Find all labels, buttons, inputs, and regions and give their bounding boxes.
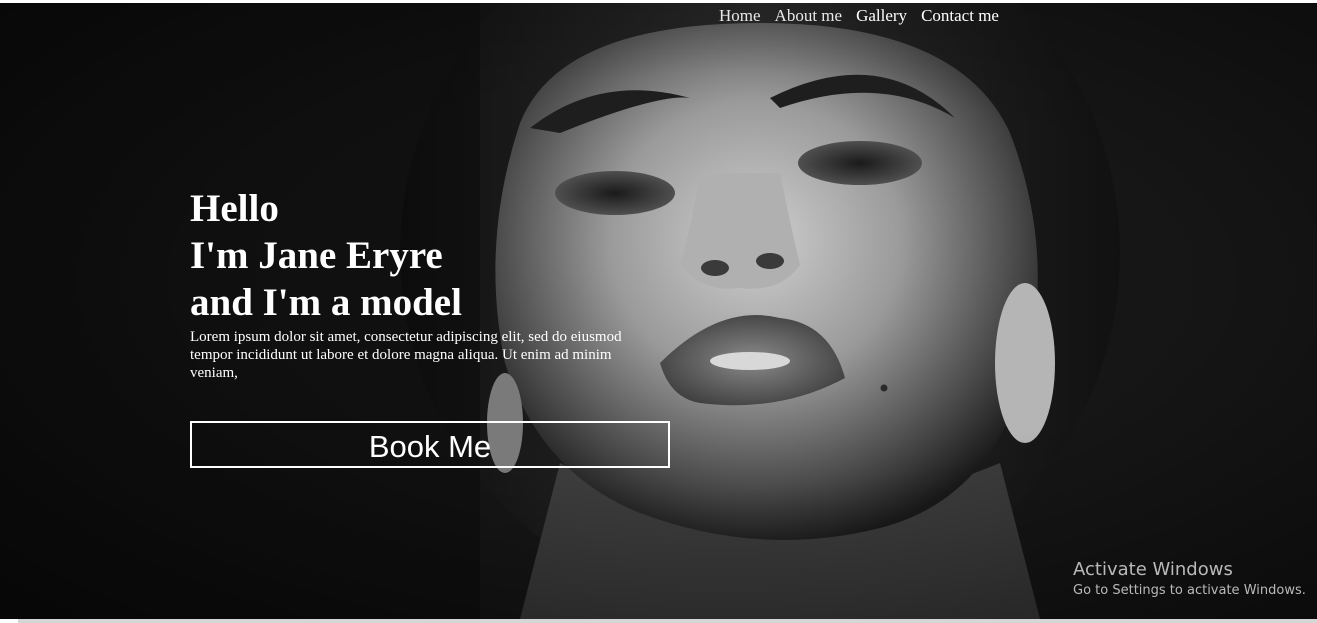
activate-windows-watermark: Activate Windows Go to Settings to activ…: [1073, 559, 1306, 601]
horizontal-scrollbar[interactable]: [18, 619, 1317, 623]
nav-link-contact-me[interactable]: Contact me: [921, 6, 999, 26]
nav-link-home[interactable]: Home: [719, 6, 761, 26]
watermark-subtitle: Go to Settings to activate Windows.: [1073, 583, 1306, 598]
headline-line-name: I'm Jane Eryre: [190, 234, 443, 277]
hero-description: Lorem ipsum dolor sit amet, consectetur …: [190, 329, 622, 381]
hero-headline: Hello I'm Jane Eryre and I'm a model: [190, 185, 670, 326]
top-nav: Home About me Gallery Contact me: [719, 6, 1013, 26]
nav-link-gallery[interactable]: Gallery: [856, 6, 907, 26]
headline-line-hello: Hello: [190, 187, 279, 230]
watermark-title: Activate Windows: [1073, 559, 1233, 580]
headline-line-role: and I'm a model: [190, 281, 462, 324]
book-me-button[interactable]: Book Me: [190, 421, 670, 468]
hero-intro: Hello I'm Jane Eryre and I'm a model Lor…: [190, 185, 670, 382]
nav-link-about-me[interactable]: About me: [775, 6, 843, 26]
page: Home About me Gallery Contact me Hello I…: [0, 0, 1317, 623]
